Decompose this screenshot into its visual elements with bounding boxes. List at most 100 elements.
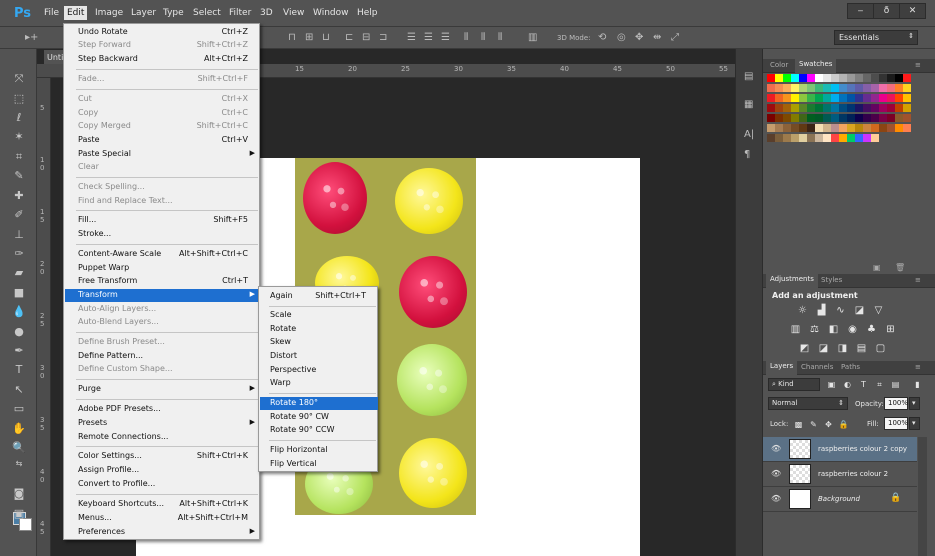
crop-tool-icon[interactable]: ⌗ — [10, 149, 28, 165]
menu-item-content-aware-scale[interactable]: Content-Aware Scale Alt+Shift+Ctrl+C — [65, 248, 260, 261]
color-swatch[interactable] — [831, 104, 839, 112]
color-swatch[interactable] — [847, 124, 855, 132]
opacity-dropdown[interactable]: ▾ — [909, 397, 920, 410]
blend-mode-select[interactable]: Normal ⇕ — [768, 397, 848, 410]
color-swatch[interactable] — [767, 84, 775, 92]
color-swatch[interactable] — [895, 104, 903, 112]
menu-type[interactable]: Type — [163, 8, 184, 18]
color-swatch[interactable] — [847, 84, 855, 92]
marquee-tool-icon[interactable]: ⬚ — [10, 91, 28, 107]
color-swatch[interactable] — [823, 94, 831, 102]
3d-roll-icon[interactable]: ◎ — [617, 32, 626, 43]
properties-panel-icon[interactable]: ▦ — [744, 99, 753, 110]
color-swatch[interactable] — [799, 94, 807, 102]
color-swatch[interactable] — [887, 114, 895, 122]
color-swatch[interactable] — [895, 124, 903, 132]
color-swatch[interactable] — [791, 124, 799, 132]
color-swatch[interactable] — [839, 74, 847, 82]
menu-item-pdf-presets[interactable]: Adobe PDF Presets... — [65, 403, 260, 416]
gradient-tool-icon[interactable]: ■ — [10, 285, 28, 301]
hand-tool-icon[interactable]: ✋ — [10, 421, 28, 437]
color-swatch[interactable] — [887, 74, 895, 82]
filter-pixel-icon[interactable]: ▣ — [826, 379, 837, 390]
zoom-tool-icon[interactable]: 🔍 — [10, 440, 28, 456]
eyedropper-tool-icon[interactable]: ✎ — [10, 168, 28, 184]
tab-adjustments[interactable]: Adjustments — [766, 274, 818, 288]
color-swatch[interactable] — [775, 114, 783, 122]
color-swatch[interactable] — [783, 74, 791, 82]
color-swatch[interactable] — [887, 94, 895, 102]
tab-layers[interactable]: Layers — [766, 361, 798, 375]
menu-item-transform[interactable]: Transform ▶ — [65, 289, 260, 302]
color-swatch[interactable] — [895, 84, 903, 92]
menu-edit[interactable]: Edit — [64, 6, 88, 20]
workspace-select[interactable]: Essentials ⇕ — [834, 30, 918, 45]
distribute-right-icon[interactable]: ⫴ — [498, 32, 502, 43]
color-swatch[interactable] — [879, 84, 887, 92]
eye-icon[interactable]: 👁 — [771, 444, 781, 453]
color-swatch[interactable] — [863, 94, 871, 102]
color-swatch[interactable] — [823, 124, 831, 132]
color-swatch[interactable] — [767, 74, 775, 82]
levels-icon[interactable]: ▟ — [816, 305, 827, 316]
close-button[interactable]: ✕ — [899, 3, 926, 19]
color-swatch[interactable] — [791, 104, 799, 112]
color-swatch[interactable] — [887, 84, 895, 92]
filter-smart-object-icon[interactable]: ▤ — [890, 379, 901, 390]
color-swatch[interactable] — [855, 134, 863, 142]
color-swatch[interactable] — [903, 94, 911, 102]
color-swatch[interactable] — [879, 104, 887, 112]
menu-window[interactable]: Window — [313, 8, 349, 18]
color-balance-icon[interactable]: ⚖ — [809, 324, 820, 335]
color-swatch[interactable] — [799, 114, 807, 122]
color-swatch[interactable] — [767, 124, 775, 132]
delete-swatch-icon[interactable]: 🗑 — [895, 263, 905, 272]
color-swatch[interactable] — [775, 94, 783, 102]
color-swatch[interactable] — [815, 84, 823, 92]
submenu-item-rotate-90-ccw[interactable]: Rotate 90° CCW — [260, 424, 378, 437]
photo-filter-icon[interactable]: ◉ — [847, 324, 858, 335]
shape-tool-icon[interactable]: ▭ — [10, 401, 28, 417]
color-swatch[interactable] — [783, 134, 791, 142]
tab-styles[interactable]: Styles — [821, 276, 842, 284]
menu-item-define-pattern[interactable]: Define Pattern... — [65, 350, 260, 363]
color-swatch[interactable] — [855, 104, 863, 112]
menu-item-menus[interactable]: Menus... Alt+Shift+Ctrl+M — [65, 512, 260, 525]
color-swatch[interactable] — [863, 124, 871, 132]
move-tool-icon[interactable]: ⤧ — [10, 71, 28, 87]
align-bottom-icon[interactable]: ⊔ — [322, 32, 330, 43]
menu-item-step-forward[interactable]: Step Forward Shift+Ctrl+Z — [65, 39, 260, 52]
submenu-item-flip-horizontal[interactable]: Flip Horizontal — [260, 444, 378, 457]
brightness-contrast-icon[interactable]: ☼ — [797, 305, 808, 316]
panel-menu-icon[interactable]: ≡ — [915, 276, 921, 284]
lasso-tool-icon[interactable]: ℓ — [10, 110, 28, 126]
eye-icon[interactable]: 👁 — [771, 469, 781, 478]
color-swatch[interactable] — [863, 74, 871, 82]
color-swatch[interactable] — [807, 94, 815, 102]
color-swatch[interactable] — [903, 84, 911, 92]
color-swatch[interactable] — [807, 84, 815, 92]
color-swatch[interactable] — [767, 94, 775, 102]
color-swatch[interactable] — [831, 74, 839, 82]
panel-menu-icon[interactable]: ≡ — [915, 61, 921, 69]
menu-item-convert-profile[interactable]: Convert to Profile... — [65, 478, 260, 491]
filter-toggle-icon[interactable]: ▮ — [912, 379, 923, 390]
tab-swatches[interactable]: Swatches — [795, 59, 837, 73]
color-swatch[interactable] — [831, 94, 839, 102]
filter-shape-icon[interactable]: ⌗ — [874, 379, 885, 390]
exposure-icon[interactable]: ◪ — [854, 305, 865, 316]
color-swatch[interactable] — [863, 134, 871, 142]
tab-color[interactable]: Color — [770, 61, 788, 69]
menu-item-clear[interactable]: Clear — [65, 161, 260, 174]
color-swatch[interactable] — [871, 74, 879, 82]
threshold-icon[interactable]: ◨ — [837, 343, 848, 354]
color-swatch[interactable] — [847, 104, 855, 112]
color-swatch[interactable] — [847, 134, 855, 142]
menu-item-copy-merged[interactable]: Copy Merged Shift+Ctrl+C — [65, 120, 260, 133]
lock-all-icon[interactable]: 🔒 — [838, 419, 849, 430]
color-swatch[interactable] — [831, 84, 839, 92]
layer-row[interactable]: 👁 Background 🔒 — [763, 487, 917, 512]
dodge-tool-icon[interactable]: ● — [10, 324, 28, 340]
color-swatch[interactable] — [783, 114, 791, 122]
menu-item-preferences[interactable]: Preferences ▶ — [65, 526, 260, 539]
